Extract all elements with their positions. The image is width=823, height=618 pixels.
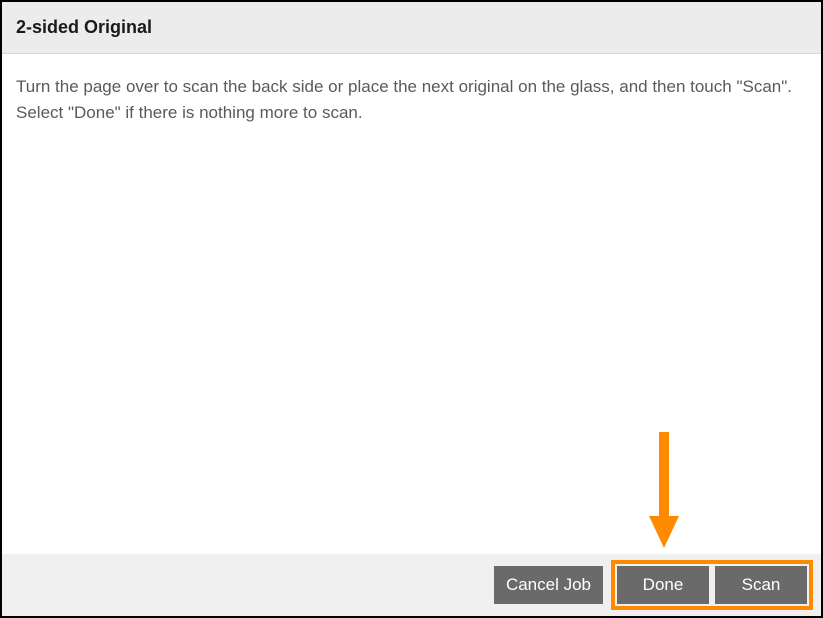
dialog-frame: 2-sided Original Turn the page over to s… xyxy=(0,0,823,618)
dialog-header: 2-sided Original xyxy=(2,2,821,54)
highlight-annotation: Done Scan xyxy=(611,560,813,610)
dialog-footer: Cancel Job Done Scan xyxy=(2,554,821,616)
instruction-text: Turn the page over to scan the back side… xyxy=(16,74,807,125)
dialog-title: 2-sided Original xyxy=(16,17,807,38)
dialog-content: Turn the page over to scan the back side… xyxy=(2,54,821,554)
cancel-job-button[interactable]: Cancel Job xyxy=(494,566,603,604)
scan-button[interactable]: Scan xyxy=(715,566,807,604)
done-button[interactable]: Done xyxy=(617,566,709,604)
